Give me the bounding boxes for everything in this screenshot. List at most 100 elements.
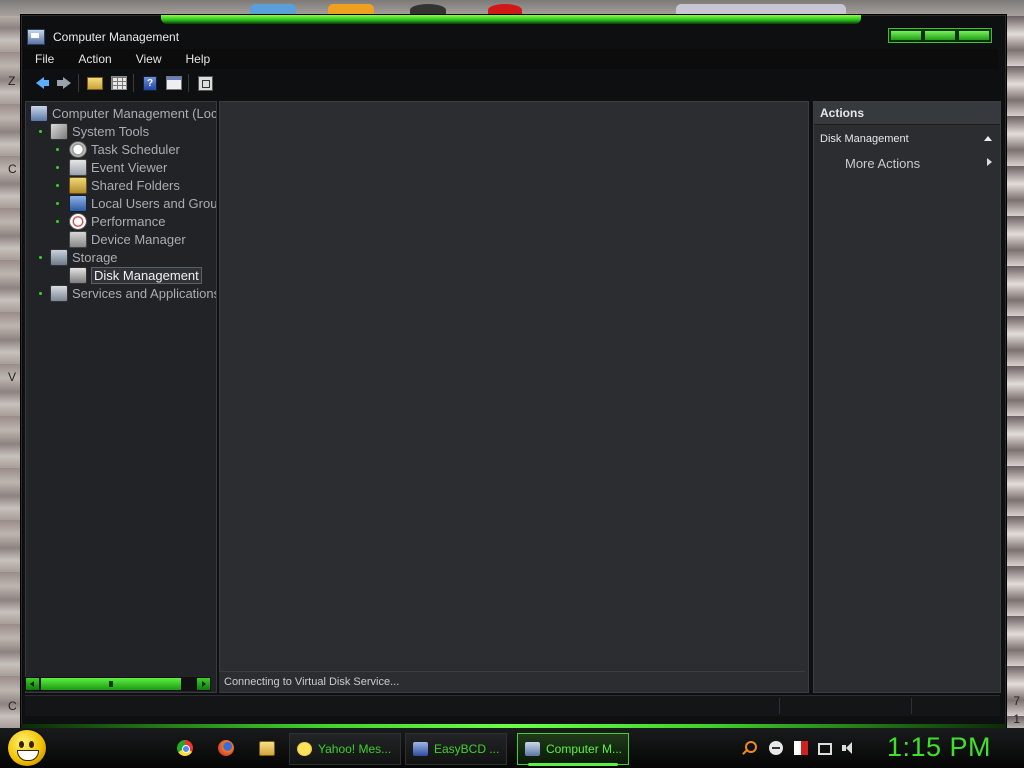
window-glow-bar bbox=[161, 15, 861, 24]
shared-folders-icon bbox=[69, 176, 87, 194]
tree-expander[interactable] bbox=[56, 148, 59, 151]
minimize-button[interactable] bbox=[891, 31, 921, 40]
tree-item-label: Device Manager bbox=[91, 231, 186, 247]
tree-item-label: Task Scheduler bbox=[91, 141, 180, 157]
device-manager-icon bbox=[69, 230, 87, 248]
tree-item-label: Performance bbox=[91, 213, 166, 229]
desktop-right-strip: 7 1 bbox=[1004, 16, 1024, 731]
menu-file[interactable]: File bbox=[23, 52, 66, 66]
status-segment bbox=[911, 698, 913, 714]
folder-up-icon bbox=[87, 76, 103, 90]
tree-item-label: Shared Folders bbox=[91, 177, 180, 193]
window-controls bbox=[888, 28, 992, 43]
computer-management-icon bbox=[30, 104, 48, 122]
tree-expander[interactable] bbox=[39, 130, 42, 133]
tree-item-label: Computer Management (Loc bbox=[52, 105, 217, 121]
tree-expander[interactable] bbox=[39, 292, 42, 295]
taskbar-button-easybcd[interactable]: EasyBCD ... bbox=[405, 733, 507, 765]
start-button[interactable] bbox=[8, 730, 46, 766]
menu-help[interactable]: Help bbox=[174, 52, 223, 66]
content-pane[interactable] bbox=[219, 101, 809, 693]
desktop-label: Z bbox=[8, 74, 16, 88]
up-one-level-button[interactable] bbox=[84, 73, 106, 93]
forward-arrow-icon bbox=[57, 77, 71, 89]
computer-management-window: Computer Management File Action View Hel… bbox=[20, 14, 1007, 729]
network-icon[interactable] bbox=[818, 743, 832, 755]
tree-item-event-viewer[interactable]: Event Viewer bbox=[69, 158, 167, 176]
tree-item-system-tools[interactable]: System Tools bbox=[50, 122, 149, 140]
scroll-left-button[interactable] bbox=[26, 678, 39, 690]
computer-management-icon bbox=[525, 742, 540, 756]
tree-expander[interactable] bbox=[56, 166, 59, 169]
tree-item-label: Event Viewer bbox=[91, 159, 168, 175]
toolbar-separator bbox=[133, 74, 134, 92]
tools-icon bbox=[50, 122, 68, 140]
taskbar: Yahoo! Mes... EasyBCD ... Computer M... … bbox=[0, 728, 1024, 768]
toolbar: ? bbox=[23, 71, 998, 95]
event-viewer-icon bbox=[69, 158, 87, 176]
help-button[interactable]: ? bbox=[139, 73, 161, 93]
folder-icon[interactable] bbox=[259, 741, 275, 756]
tree-item-label: Services and Applications bbox=[72, 285, 217, 301]
actions-pane: Actions Disk Management More Actions bbox=[813, 101, 1001, 693]
menu-view[interactable]: View bbox=[124, 52, 174, 66]
desktop-label: 1 bbox=[1013, 712, 1020, 726]
tree-horizontal-scrollbar[interactable] bbox=[25, 677, 211, 691]
actions-section-label: Disk Management bbox=[820, 133, 909, 145]
services-icon bbox=[50, 284, 68, 302]
tree-expander[interactable] bbox=[56, 202, 59, 205]
console-tree[interactable]: Computer Management (Loc System Tools Ta… bbox=[25, 101, 217, 693]
tree-item-shared-folders[interactable]: Shared Folders bbox=[69, 176, 180, 194]
tree-item-label: System Tools bbox=[72, 123, 150, 139]
maximize-button[interactable] bbox=[925, 31, 955, 40]
tree-item-computer-management[interactable]: Computer Management (Loc bbox=[30, 104, 217, 122]
action-center-flag-icon[interactable] bbox=[794, 741, 808, 755]
users-icon bbox=[69, 194, 87, 212]
tree-expander[interactable] bbox=[56, 184, 59, 187]
storage-icon bbox=[50, 248, 68, 266]
performance-icon bbox=[69, 212, 87, 230]
menu-action[interactable]: Action bbox=[66, 52, 123, 66]
help-icon: ? bbox=[143, 75, 157, 91]
taskbar-button-computer-management[interactable]: Computer M... bbox=[517, 733, 629, 766]
scroll-right-button[interactable] bbox=[197, 678, 210, 690]
tree-item-services-applications[interactable]: Services and Applications bbox=[50, 284, 217, 302]
desktop-label: C bbox=[8, 699, 17, 713]
desktop-label: 7 bbox=[1013, 694, 1020, 708]
firefox-icon[interactable] bbox=[218, 740, 234, 756]
status-segment bbox=[779, 698, 781, 714]
toolbar-separator bbox=[188, 74, 189, 92]
show-hide-tree-button[interactable] bbox=[108, 73, 130, 93]
tree-item-disk-management[interactable]: Disk Management bbox=[69, 266, 202, 284]
tree-item-local-users-groups[interactable]: Local Users and Grou bbox=[69, 194, 217, 212]
collapse-up-icon[interactable] bbox=[984, 136, 992, 141]
tree-expander[interactable] bbox=[39, 256, 42, 259]
show-hide-action-pane-button[interactable] bbox=[163, 73, 185, 93]
content-status-area: Connecting to Virtual Disk Service... bbox=[219, 671, 805, 692]
forward-button[interactable] bbox=[53, 73, 75, 93]
tree-item-performance[interactable]: Performance bbox=[69, 212, 165, 230]
smiley-eye-icon bbox=[19, 741, 24, 748]
properties-button[interactable] bbox=[194, 73, 216, 93]
tree-expander[interactable] bbox=[56, 220, 59, 223]
tree-item-label: Storage bbox=[72, 249, 118, 265]
volume-icon[interactable] bbox=[842, 741, 856, 755]
taskbar-clock[interactable]: 1:15 PM bbox=[887, 732, 991, 763]
title-bar[interactable]: Computer Management bbox=[21, 25, 1006, 49]
more-actions-item[interactable]: More Actions bbox=[814, 151, 1000, 175]
taskbar-button-yahoo-messenger[interactable]: Yahoo! Mes... bbox=[289, 733, 401, 765]
minimize-all-icon[interactable] bbox=[769, 741, 783, 755]
tree-item-label: Local Users and Grou bbox=[91, 195, 217, 211]
search-icon[interactable] bbox=[745, 741, 757, 753]
easybcd-icon bbox=[413, 742, 428, 756]
chrome-icon[interactable] bbox=[177, 740, 193, 756]
desktop-left-labels: Z C V C bbox=[4, 0, 20, 725]
tree-item-device-manager[interactable]: Device Manager bbox=[69, 230, 186, 248]
actions-section-disk-management[interactable]: Disk Management bbox=[814, 127, 1000, 151]
tree-item-storage[interactable]: Storage bbox=[50, 248, 118, 266]
back-button[interactable] bbox=[29, 73, 51, 93]
smiley-mouth-icon bbox=[17, 750, 39, 761]
close-button[interactable] bbox=[959, 31, 989, 40]
tree-item-task-scheduler[interactable]: Task Scheduler bbox=[69, 140, 180, 158]
clock-icon bbox=[69, 140, 87, 158]
